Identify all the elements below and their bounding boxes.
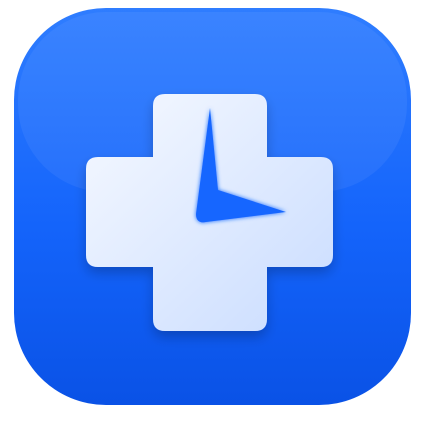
app-icon-stage: [0, 0, 425, 425]
app-icon[interactable]: [0, 0, 425, 425]
